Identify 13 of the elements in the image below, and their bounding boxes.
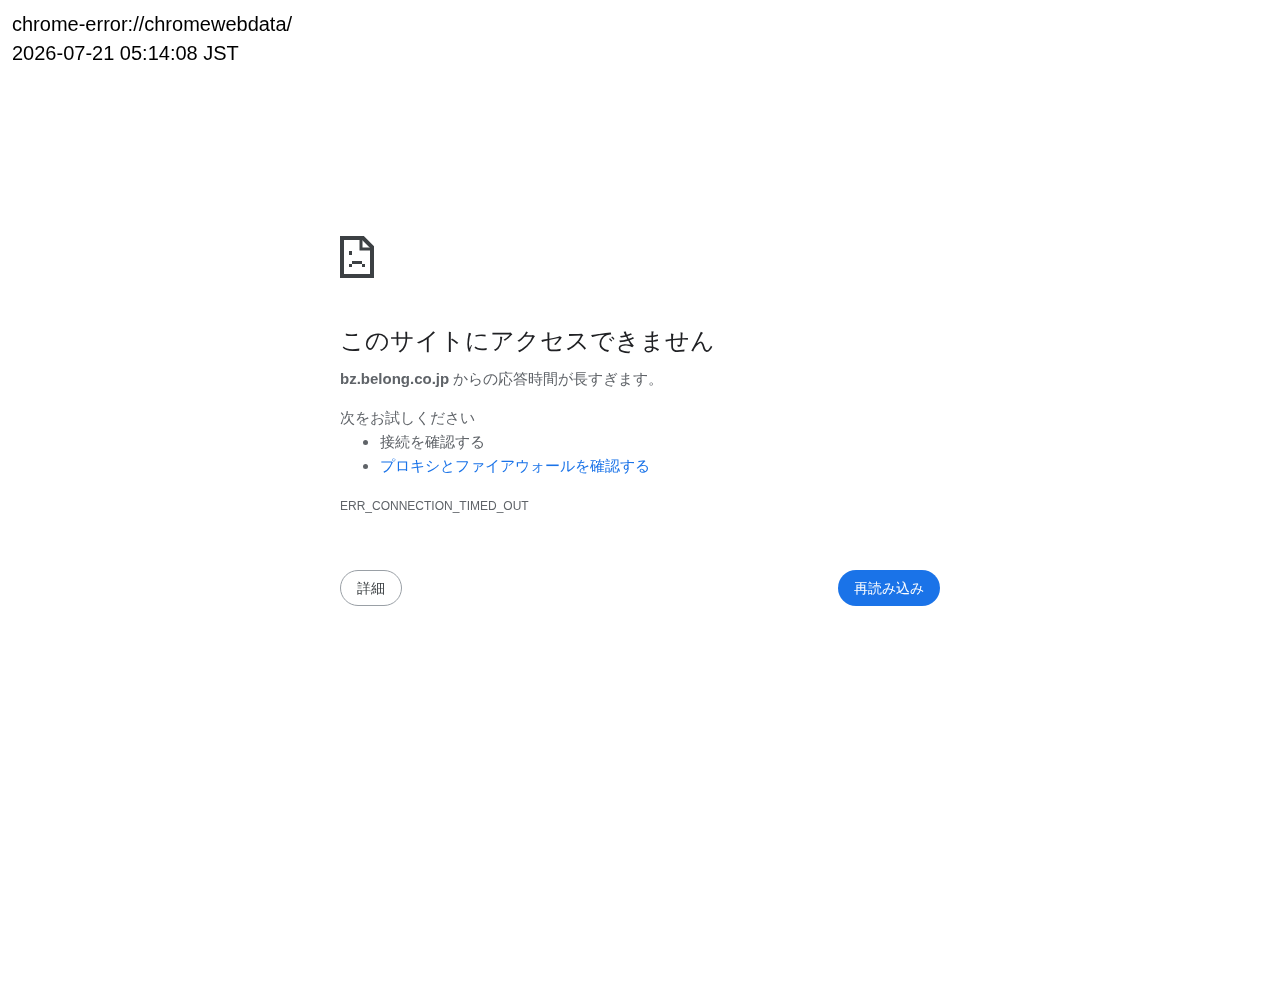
reload-button[interactable]: 再読み込み — [838, 570, 940, 606]
sad-page-icon — [340, 236, 374, 278]
error-code: ERR_CONNECTION_TIMED_OUT — [340, 498, 529, 514]
details-button[interactable]: 詳細 — [340, 570, 402, 606]
timestamp: 2026-07-21 05:14:08 JST — [12, 41, 239, 66]
suggestion-link[interactable]: プロキシとファイアウォールを確認する — [380, 454, 650, 478]
suggestions-heading: 次をお試しください — [340, 408, 475, 428]
suggestion-text: 接続を確認する — [380, 431, 485, 452]
error-summary: bz.belong.co.jp からの応答時間が長すぎます。 — [340, 369, 664, 389]
error-title: このサイトにアクセスできません — [340, 326, 715, 356]
page-url: chrome-error://chromewebdata/ — [12, 12, 293, 37]
bullet-icon — [363, 463, 368, 469]
bullet-icon — [363, 439, 368, 445]
